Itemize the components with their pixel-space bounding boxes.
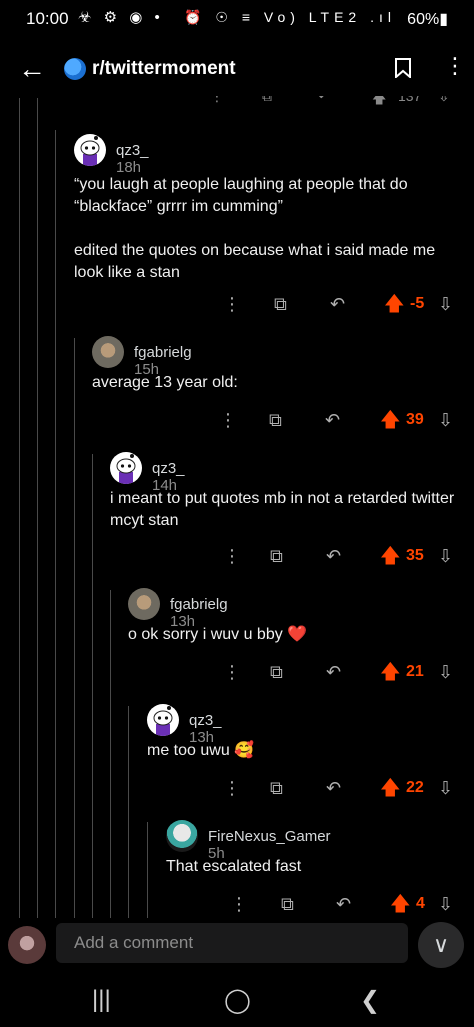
username-text[interactable]: fgabrielg <box>170 596 228 613</box>
user-avatar[interactable] <box>128 588 160 620</box>
award-icon[interactable]: ⧉ <box>270 777 283 799</box>
thread-line[interactable] <box>110 590 111 918</box>
downvote-icon[interactable]: ⇩ <box>438 661 453 683</box>
back-icon[interactable]: ❮ <box>360 986 380 1015</box>
comment-actions: ⋮ ⧉ ↶ 🡅 35 ⇩ <box>0 545 474 569</box>
comment-composer: Add a comment ∨ <box>0 918 474 974</box>
comment-body: i meant to put quotes mb in not a retard… <box>110 490 455 529</box>
score: -5 <box>410 295 425 312</box>
subreddit-avatar[interactable] <box>64 58 86 80</box>
reply-icon[interactable]: ↶ <box>326 661 341 683</box>
score: 39 <box>406 411 424 428</box>
comment-body: me too uwu 🥰 <box>147 742 255 759</box>
subreddit-title[interactable]: r/twittermoment <box>92 58 236 80</box>
system-nav-bar: ||| ◯ ❮ <box>0 980 474 1027</box>
comment-actions: ⋮ ⧉ ↶ 🡅 21 ⇩ <box>0 661 474 685</box>
upvote-icon[interactable]: 🡅 <box>380 545 401 567</box>
reply-icon[interactable]: ↶ <box>336 893 351 915</box>
user-avatar[interactable] <box>92 336 124 368</box>
thread-line[interactable] <box>128 706 129 918</box>
username-text[interactable]: qz3_ <box>152 460 185 477</box>
reply-icon[interactable]: ↶ <box>330 293 345 315</box>
add-comment-input[interactable]: Add a comment <box>56 923 408 963</box>
score: 22 <box>406 779 424 796</box>
more-icon[interactable]: ⋮ <box>223 293 241 315</box>
upvote-icon[interactable]: 🡅 <box>380 661 401 683</box>
upvote-icon[interactable]: 🡅 <box>380 409 401 431</box>
downvote-icon[interactable]: ⇩ <box>438 545 453 567</box>
upvote-icon[interactable]: 🡅 <box>380 777 401 799</box>
award-icon[interactable]: ⧉ <box>270 545 283 567</box>
username-text[interactable]: FireNexus_Gamer <box>208 828 331 845</box>
app-header: ← r/twittermoment ⋮ <box>0 45 474 95</box>
home-icon[interactable]: ◯ <box>224 986 251 1015</box>
parent-action-row: ⋮ ⧉ ↶ 🡅 137 ⇩ <box>200 96 470 108</box>
user-avatar[interactable] <box>74 134 106 166</box>
chevron-down-icon: ∨ <box>432 932 450 957</box>
comment-actions: ⋮ ⧉ ↶ 🡅 39 ⇩ <box>0 409 474 433</box>
more-icon[interactable]: ⋮ <box>210 96 224 105</box>
more-icon[interactable]: ⋮ <box>223 777 241 799</box>
comment-body: That escalated fast <box>166 858 302 875</box>
snoo-icon <box>80 136 100 166</box>
reply-icon[interactable]: ↶ <box>325 409 340 431</box>
score: 4 <box>416 895 425 912</box>
downvote-icon[interactable]: ⇩ <box>438 293 453 315</box>
reply-icon[interactable]: ↶ <box>318 96 330 105</box>
award-icon[interactable]: ⧉ <box>274 293 287 315</box>
bookmark-icon[interactable] <box>395 58 411 78</box>
username-text[interactable]: fgabrielg <box>134 344 192 361</box>
downvote-icon[interactable]: ⇩ <box>438 409 453 431</box>
username-text[interactable]: qz3_ <box>116 142 149 159</box>
upvote-icon[interactable]: 🡅 <box>372 96 386 108</box>
upvote-icon[interactable]: 🡅 <box>384 293 405 315</box>
more-icon[interactable]: ⋮ <box>219 409 237 431</box>
award-icon[interactable]: ⧉ <box>269 409 282 431</box>
notification-icons: ☣ ⚙ ◉ • <box>78 9 164 26</box>
more-icon[interactable]: ⋮ <box>223 661 241 683</box>
downvote-icon[interactable]: ⇩ <box>438 893 453 915</box>
comment-actions: ⋮ ⧉ ↶ 🡅 -5 ⇩ <box>0 293 474 317</box>
more-icon[interactable]: ⋮ <box>230 893 248 915</box>
award-icon[interactable]: ⧉ <box>270 661 283 683</box>
downvote-icon[interactable]: ⇩ <box>438 96 450 105</box>
reply-icon[interactable]: ↶ <box>326 777 341 799</box>
user-avatar[interactable] <box>110 452 142 484</box>
system-icons: ⏰ ☉ ≡ Vo) LTE2 .ıl <box>184 9 396 25</box>
comment-body: “you laugh at people laughing at people … <box>74 176 436 281</box>
score: 21 <box>406 663 424 680</box>
snoo-icon <box>116 454 136 484</box>
user-avatar[interactable] <box>147 704 179 736</box>
comment-username[interactable]: qz3_ 18h <box>116 142 149 176</box>
comment-actions: ⋮ ⧉ ↶ 🡅 22 ⇩ <box>0 777 474 801</box>
downvote-icon[interactable]: ⇩ <box>438 777 453 799</box>
status-time: 10:00 <box>26 9 69 28</box>
collapse-threads-button[interactable]: ∨ <box>418 922 464 968</box>
comment-actions: ⋮ ⧉ ↶ 🡅 4 ⇩ <box>0 893 474 917</box>
award-icon[interactable]: ⧉ <box>281 893 294 915</box>
score: 137 <box>398 96 422 104</box>
more-icon[interactable]: ⋮ <box>223 545 241 567</box>
username-text[interactable]: qz3_ <box>189 712 222 729</box>
comment-body: o ok sorry i wuv u bby ❤️ <box>128 626 308 643</box>
award-icon[interactable]: ⧉ <box>262 96 272 105</box>
back-arrow-icon[interactable]: ← <box>18 55 46 83</box>
score: 35 <box>406 547 424 564</box>
more-options-icon[interactable]: ⋮ <box>444 55 466 77</box>
snoo-icon <box>153 706 173 736</box>
upvote-icon[interactable]: 🡅 <box>390 893 411 915</box>
user-avatar[interactable] <box>166 820 198 852</box>
status-bar: 10:00 ☣ ⚙ ◉ • ⏰ ☉ ≡ Vo) LTE2 .ıl 60%▮ <box>0 0 474 38</box>
comment-body: average 13 year old: <box>92 374 238 391</box>
thread-line[interactable] <box>92 454 93 918</box>
recent-apps-icon[interactable]: ||| <box>92 986 111 1014</box>
current-user-avatar[interactable] <box>8 926 46 964</box>
reply-icon[interactable]: ↶ <box>326 545 341 567</box>
battery-indicator: 60%▮ <box>407 11 448 28</box>
